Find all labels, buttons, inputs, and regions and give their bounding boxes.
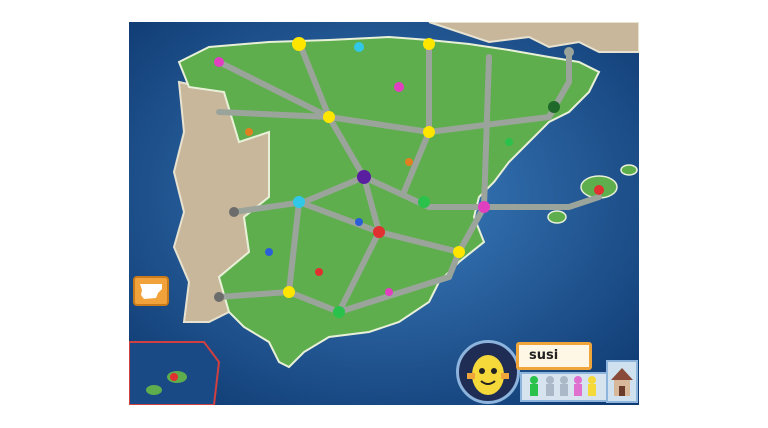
player-pieces [520, 372, 610, 402]
banana-character-icon [467, 355, 509, 395]
player-name-box: susi [516, 342, 592, 370]
menorca-island [620, 164, 638, 176]
avatar [456, 340, 520, 404]
ibiza-island [547, 210, 567, 224]
canary-island [146, 385, 162, 395]
yellow-piece-icon [588, 376, 596, 396]
green-piece-icon [530, 376, 538, 396]
player-name: susi [529, 348, 559, 363]
gray-piece-icon [546, 376, 554, 396]
house-icon [611, 368, 633, 396]
pink-piece-icon [574, 376, 582, 396]
gray-piece-icon [560, 376, 568, 396]
spain-map-icon [140, 284, 162, 299]
player-panel: susi [456, 340, 638, 405]
home-button[interactable] [606, 360, 638, 403]
pieces-row [530, 376, 596, 396]
spain-map-button[interactable] [133, 276, 169, 306]
